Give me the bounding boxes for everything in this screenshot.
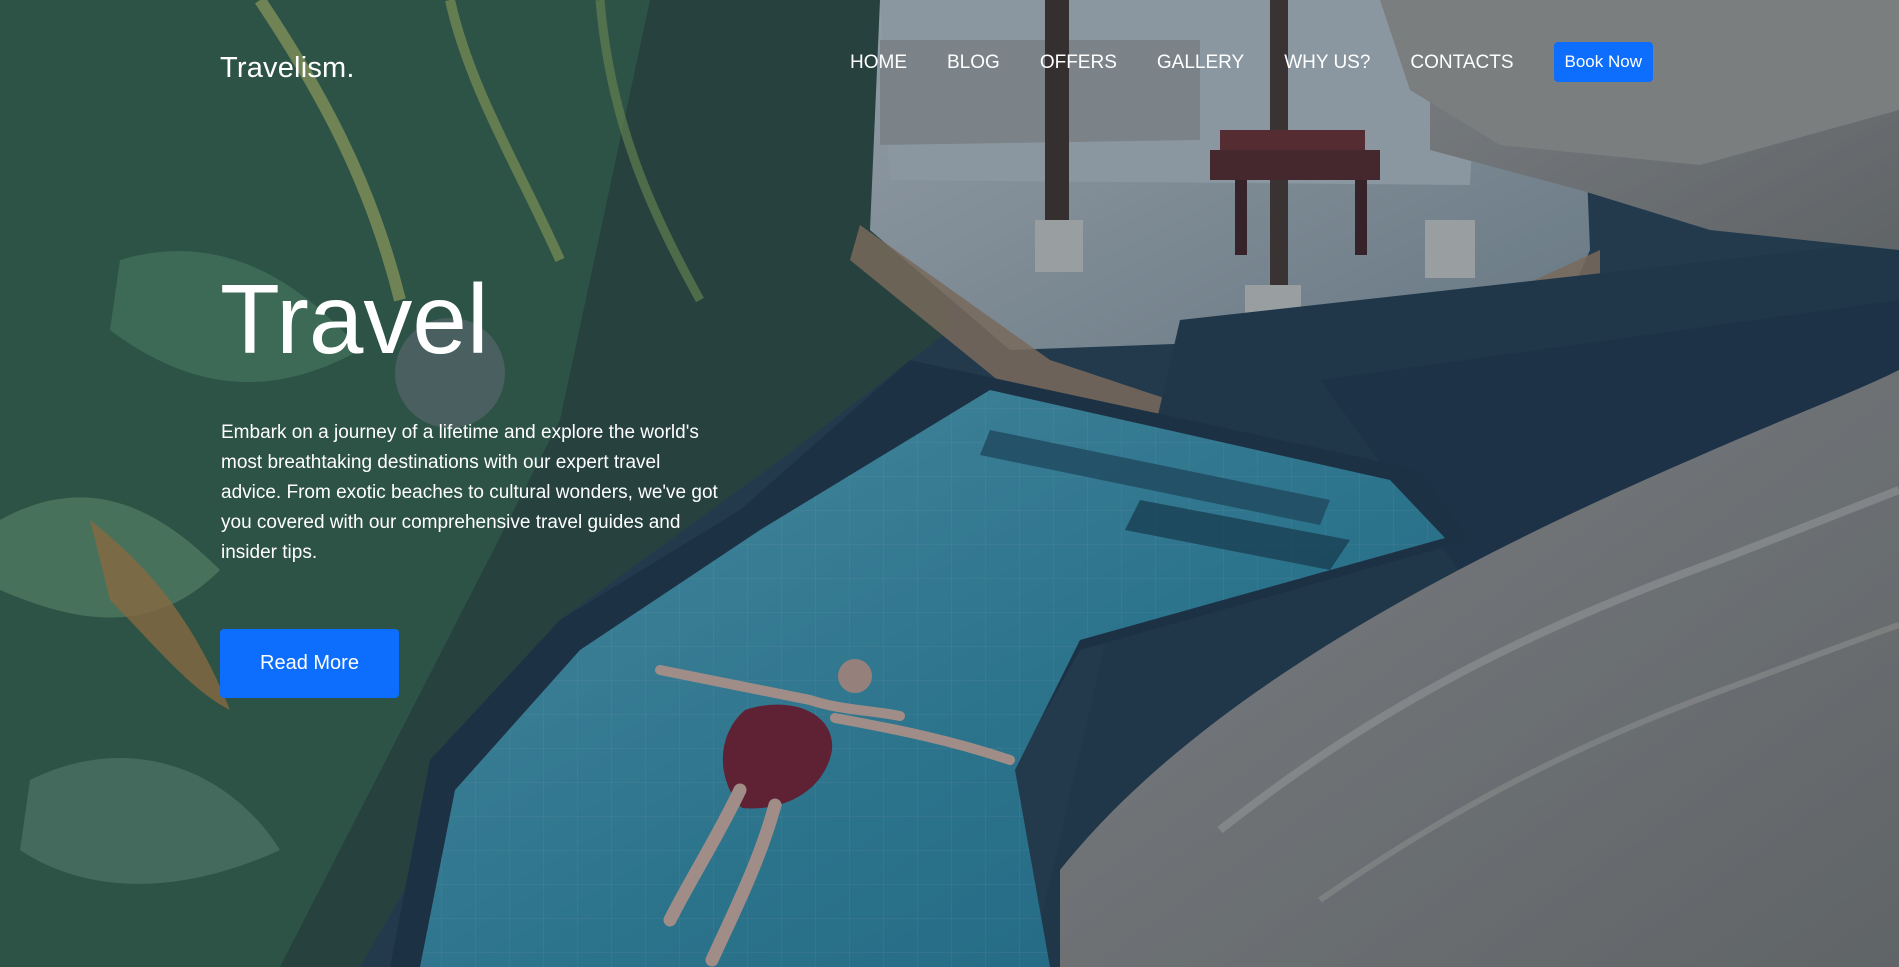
hero-title: Travel: [220, 264, 489, 374]
nav-link-blog[interactable]: BLOG: [947, 49, 1000, 77]
hero-section: Travelism. HOME BLOG OFFERS GALLERY WHY …: [0, 0, 1899, 967]
nav-link-home[interactable]: HOME: [850, 49, 907, 77]
read-more-button[interactable]: Read More: [220, 629, 399, 698]
nav-link-offers[interactable]: OFFERS: [1040, 49, 1117, 77]
site-logo[interactable]: Travelism.: [220, 50, 355, 86]
nav-link-why-us[interactable]: WHY US?: [1284, 49, 1370, 77]
main-navigation: HOME BLOG OFFERS GALLERY WHY US? CONTACT…: [850, 42, 1653, 82]
hero-description: Embark on a journey of a lifetime and ex…: [221, 422, 718, 563]
nav-link-gallery[interactable]: GALLERY: [1157, 49, 1244, 77]
nav-link-contacts[interactable]: CONTACTS: [1410, 49, 1513, 77]
book-now-button[interactable]: Book Now: [1553, 42, 1653, 82]
